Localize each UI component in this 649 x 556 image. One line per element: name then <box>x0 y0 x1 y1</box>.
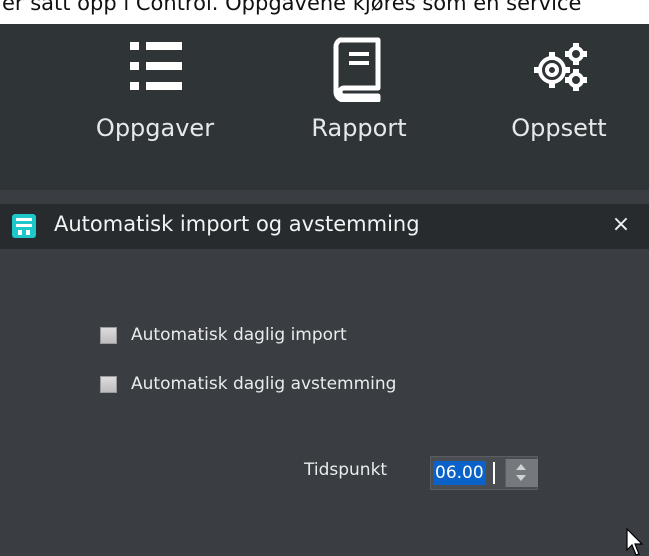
toolbar-oppsett-button[interactable]: Oppsett <box>469 24 649 190</box>
gears-icon <box>534 43 587 91</box>
auto-reconcile-checkbox[interactable] <box>100 375 117 393</box>
toolbar-panel-gap <box>0 190 649 204</box>
toolbar-oppgaver-label: Oppgaver <box>95 114 215 142</box>
list-icon <box>130 42 182 90</box>
toolbar-rapport-button[interactable]: Rapport <box>269 24 449 190</box>
spin-buttons[interactable] <box>505 459 538 487</box>
spin-up-icon[interactable] <box>516 464 526 470</box>
auto-import-checkbox-row[interactable]: Automatisk daglig import <box>100 323 347 347</box>
auto-reconcile-label: Automatisk daglig avstemming <box>131 374 397 394</box>
toolbar-oppgaver-button[interactable]: Oppgaver <box>65 24 245 190</box>
main-toolbar: Oppgaver Rapport Oppsett <box>0 24 649 190</box>
text-caret <box>493 462 495 484</box>
toolbar-rapport-label: Rapport <box>311 114 407 142</box>
spin-down-icon[interactable] <box>516 475 526 481</box>
toolbar-oppsett-label: Oppsett <box>511 114 607 142</box>
time-value[interactable]: 06.00 <box>433 461 486 485</box>
panel-title: Automatisk import og avstemming <box>54 212 420 236</box>
time-label: Tidspunkt <box>304 460 388 480</box>
app-icon <box>12 214 36 238</box>
settings-panel: Automatisk import og avstemming × Automa… <box>0 204 649 556</box>
close-icon[interactable]: × <box>608 212 634 238</box>
mouse-cursor-icon <box>626 528 644 556</box>
book-icon <box>333 37 381 102</box>
auto-import-checkbox[interactable] <box>100 326 117 344</box>
time-spinbox[interactable]: 06.00 <box>430 456 538 490</box>
background-document-text: er satt opp i Control. Oppgavene kjøres … <box>2 0 582 15</box>
background-document-strip: er satt opp i Control. Oppgavene kjøres … <box>0 0 649 24</box>
auto-reconcile-checkbox-row[interactable]: Automatisk daglig avstemming <box>100 372 396 396</box>
auto-import-label: Automatisk daglig import <box>131 325 347 345</box>
panel-header: Automatisk import og avstemming × <box>0 204 649 249</box>
